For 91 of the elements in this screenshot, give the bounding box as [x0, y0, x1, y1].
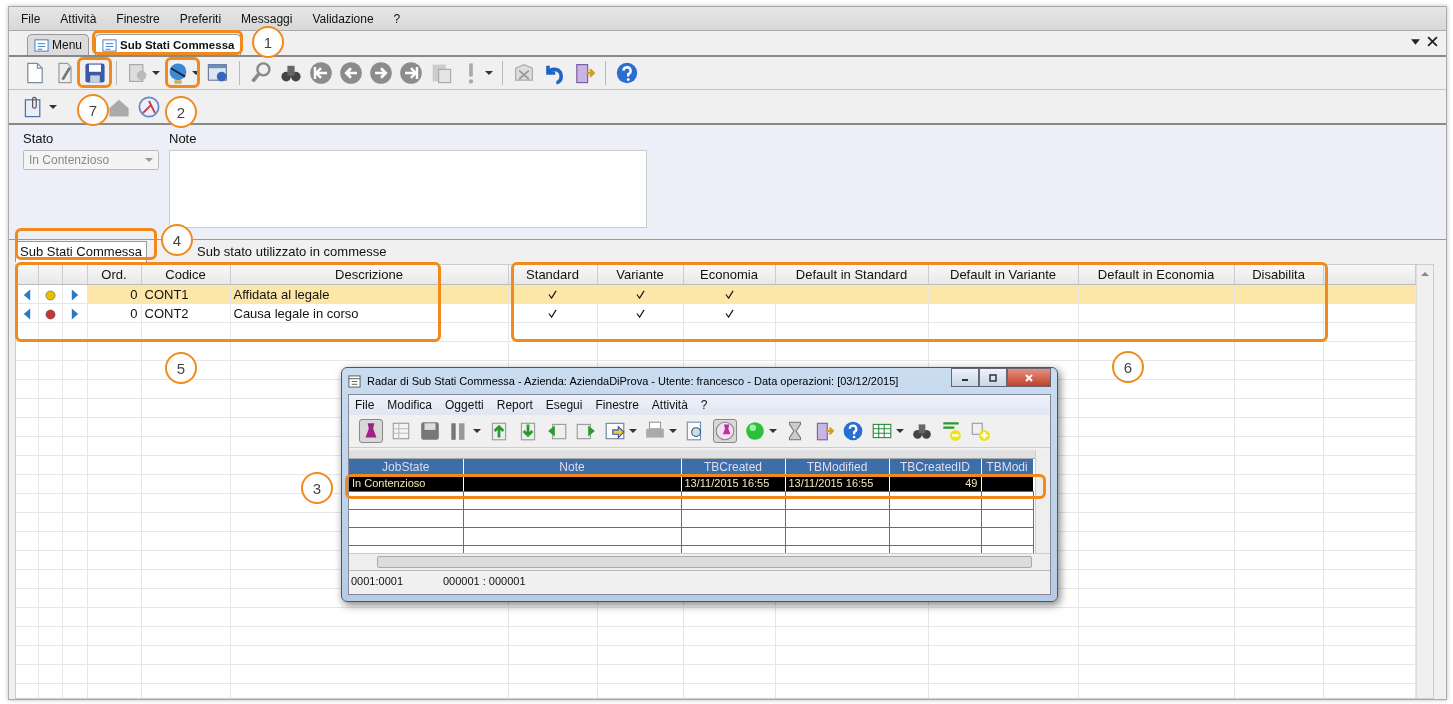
minimize-button[interactable] [951, 368, 979, 387]
menu-item[interactable]: Attività [651, 398, 688, 412]
dropdown-icon[interactable] [1410, 36, 1421, 47]
column-header[interactable]: Note [463, 459, 681, 474]
menu-item[interactable]: File [21, 11, 41, 26]
column-header[interactable]: Descrizione [230, 265, 508, 285]
callout-frame [77, 57, 112, 88]
form-icon [102, 37, 118, 53]
triangle-right-icon[interactable] [70, 306, 79, 321]
table-cell: In Contenzioso [352, 476, 426, 489]
caret-icon[interactable] [192, 69, 200, 77]
column-header[interactable]: TBCreated [681, 459, 785, 474]
menu-item[interactable]: Oggetti [445, 398, 484, 412]
vertical-scrollbar[interactable] [1416, 265, 1433, 698]
status-dot [44, 289, 56, 301]
window-icon [348, 374, 361, 388]
menu-item[interactable]: Preferiti [179, 11, 222, 26]
column-header[interactable]: Disabilita [1234, 265, 1323, 285]
menu-item[interactable]: Finestre [116, 11, 160, 26]
close-icon[interactable] [1427, 36, 1438, 47]
add-row-icon[interactable] [969, 420, 991, 442]
column-header[interactable]: Codice [141, 265, 230, 285]
menu-item[interactable]: Attività [60, 11, 97, 26]
table-cell: 13/11/2015 16:55 [788, 476, 874, 489]
remove-row-icon[interactable] [940, 420, 962, 442]
search-icon[interactable] [249, 61, 273, 85]
horizontal-scrollbar[interactable] [349, 553, 1050, 570]
status-text: 0001:0001 [351, 575, 403, 587]
caret-icon[interactable] [769, 427, 777, 435]
caret-icon[interactable] [49, 102, 57, 111]
menu-item[interactable]: Finestre [595, 398, 639, 412]
menu-item[interactable]: File [355, 398, 375, 412]
document-tab[interactable]: Menu [27, 34, 90, 55]
note-field[interactable] [169, 150, 647, 228]
callout-frame [165, 57, 200, 88]
table-cell: 0 [130, 305, 138, 321]
menu-item[interactable]: Modifica [387, 398, 433, 412]
save-icon[interactable] [419, 420, 441, 442]
window-title: Radar di Sub Stati Commessa - Azienda: AziendaDiProva - Utente: francesco - Data operazioni: [03/12/2015] [367, 375, 899, 387]
table-cell: 49 [965, 476, 978, 489]
caret-icon[interactable] [669, 427, 677, 435]
next-record-icon[interactable] [369, 61, 393, 85]
menu-item[interactable]: ? [700, 398, 708, 412]
menu-item[interactable]: Validazione [312, 11, 374, 26]
help-icon[interactable] [615, 61, 639, 85]
column-header[interactable]: Default in Economia [1078, 265, 1234, 285]
column-header[interactable]: Default in Standard [775, 265, 928, 285]
field-label: Note [169, 131, 198, 146]
column-header[interactable]: Economia [683, 265, 775, 285]
menu-item[interactable]: Esegui [545, 398, 583, 412]
caret-icon[interactable] [485, 69, 493, 77]
column-header[interactable]: Variante [597, 265, 683, 285]
maximize-icon[interactable] [988, 372, 998, 383]
column-header[interactable]: Standard [508, 265, 597, 285]
save-icon[interactable] [83, 61, 107, 85]
table-cell: Affidata al legale [233, 286, 330, 302]
scroll-up-icon[interactable] [1421, 271, 1429, 277]
table-cell: CONT2 [144, 305, 189, 321]
table-cell: CONT1 [144, 286, 189, 302]
column-header[interactable]: TBModified [785, 459, 889, 474]
column-header[interactable]: TBCreatedID [889, 459, 981, 474]
field-label: Stato [23, 131, 55, 146]
status-text: 000001 : 000001 [443, 575, 526, 587]
triangle-right-icon[interactable] [70, 287, 79, 302]
status-dot [44, 308, 56, 320]
column-header[interactable]: TBModi [981, 459, 1033, 474]
column-header[interactable]: Default in Variante [928, 265, 1078, 285]
first-record-icon[interactable] [309, 61, 333, 85]
form-icon [34, 37, 49, 53]
vertical-scrollbar[interactable] [1035, 450, 1050, 553]
compass-icon[interactable] [137, 94, 161, 119]
caret-icon[interactable] [473, 427, 481, 435]
section-tab[interactable]: Sub stato utilizzato in commesse [193, 242, 391, 262]
help-icon[interactable] [842, 420, 864, 442]
menu-item[interactable]: ? [393, 11, 401, 26]
triangle-left-icon[interactable] [22, 287, 31, 302]
close-button[interactable] [1007, 368, 1051, 387]
menu-item[interactable]: Report [496, 398, 533, 412]
table-cell: 13/11/2015 16:55 [684, 476, 770, 489]
triangle-left-icon[interactable] [22, 306, 31, 321]
last-record-icon[interactable] [399, 61, 423, 85]
caret-icon[interactable] [152, 69, 160, 77]
column-header[interactable]: Ord. [87, 265, 141, 285]
previous-record-icon[interactable] [339, 61, 363, 85]
table-cell: Causa legale in corso [233, 305, 359, 321]
menu-item[interactable]: Messaggi [241, 11, 293, 26]
caret-icon[interactable] [896, 427, 904, 435]
column-header[interactable]: JobState [349, 459, 463, 474]
maximize-button[interactable] [979, 368, 1007, 387]
table-cell: 0 [130, 286, 138, 302]
caret-icon[interactable] [629, 427, 637, 435]
